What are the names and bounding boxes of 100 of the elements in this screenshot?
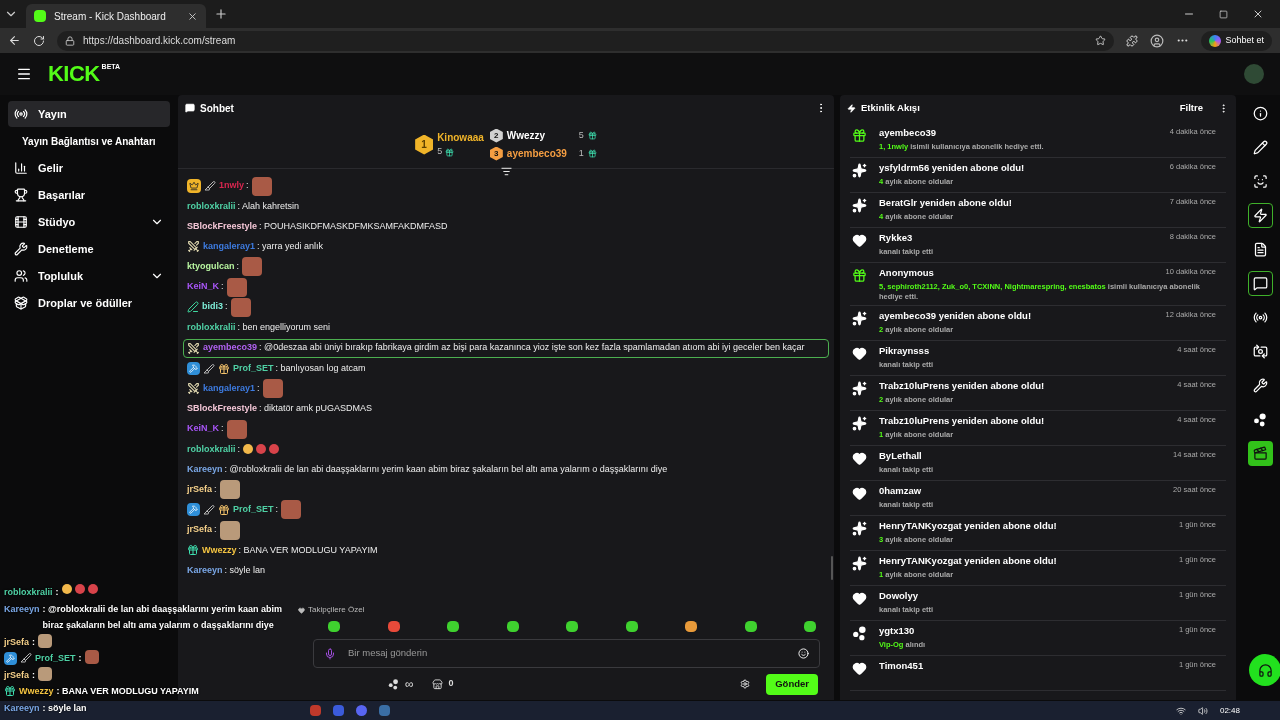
message-input-text[interactable]: Bir mesaj gönderin [348, 646, 786, 661]
sidebar-item[interactable]: Yayın [8, 101, 170, 127]
event-title: Rykke3 [879, 231, 914, 245]
wrench-icon [1252, 378, 1268, 393]
emote-icon[interactable] [566, 620, 578, 632]
username[interactable]: Prof_SET [233, 361, 274, 376]
event-title: Timon451 [879, 658, 925, 673]
heart-icon [852, 450, 867, 466]
emote-image [226, 419, 247, 439]
chart-icon [14, 161, 28, 175]
sidebar-item[interactable]: Stüdyo [8, 209, 170, 235]
scrollbar[interactable] [831, 556, 833, 580]
favorite-icon[interactable] [1095, 35, 1107, 46]
emote-icon[interactable] [625, 620, 638, 632]
sparkle-icon [852, 310, 867, 326]
gift-count: 5 [578, 128, 584, 142]
username[interactable]: robloxkralii [187, 320, 236, 335]
knife-badge-icon [20, 652, 32, 665]
username[interactable]: Wwezzy [202, 543, 237, 558]
emote-image [262, 379, 283, 399]
sidebar-item-label: Stüdyo [38, 214, 77, 230]
sidebar-item[interactable]: Topluluk [8, 263, 170, 289]
emote-icon[interactable] [506, 620, 519, 632]
username[interactable]: Kareeyn [187, 563, 223, 578]
username[interactable]: kangaleray1 [203, 382, 256, 396]
hammer-badge-icon [187, 362, 200, 376]
username[interactable]: robloxkralii [187, 199, 236, 214]
close-icon[interactable] [187, 10, 198, 22]
username[interactable]: Kareeyn [187, 462, 223, 477]
kick-logo[interactable]: KICK [48, 63, 100, 85]
username[interactable]: ktyogulcan [187, 260, 235, 274]
sparkle-icon [852, 415, 867, 431]
emote-icon[interactable] [447, 620, 459, 632]
emote-image [219, 480, 240, 500]
username[interactable]: jrSefa [187, 482, 212, 497]
menu-icon[interactable] [16, 66, 32, 82]
message-input[interactable]: Bir mesaj gönderin [313, 639, 820, 668]
drops-icon [852, 625, 867, 641]
collapse-icon[interactable] [500, 166, 512, 177]
lightning-icon [1252, 208, 1268, 223]
sidebar-item[interactable]: Başarılar [8, 182, 170, 208]
message-text: : ben engelliyorum seni [237, 320, 331, 334]
taskbar-app-icon[interactable] [379, 705, 390, 716]
leaderboard-name: Kinowaaa [437, 131, 484, 146]
send-button[interactable]: Gönder [766, 673, 818, 695]
taskbar-app-icon[interactable] [310, 705, 321, 716]
message-text: : BANA VER MODLUGU YAPAYIM [238, 543, 378, 557]
username[interactable]: KeiN_K [187, 422, 219, 436]
restore-icon[interactable] [1219, 9, 1228, 19]
info-icon [1252, 106, 1268, 121]
hammer-badge-icon [187, 503, 200, 517]
emote-image [242, 257, 263, 277]
close-icon[interactable] [1252, 8, 1264, 20]
rail-button[interactable] [1247, 203, 1273, 228]
headset-icon [1257, 662, 1273, 678]
filter-button[interactable]: Filtre [1179, 100, 1203, 116]
username[interactable]: 1nwly [219, 179, 244, 193]
emote-icon[interactable] [328, 620, 340, 632]
message-text: : yarra yedi anlık [257, 239, 324, 253]
username[interactable]: robloxkralii [187, 442, 236, 457]
browser-tab[interactable]: Stream - Kick Dashboard [26, 4, 206, 28]
taskbar-app-icon[interactable] [356, 705, 367, 716]
username[interactable]: kangaleray1 [203, 239, 256, 254]
sidebar-item[interactable]: Yayın Bağlantısı ve Anahtarı [8, 128, 170, 154]
taskbar-app-icon[interactable] [333, 705, 344, 716]
copilot-button[interactable]: Sohbet et [1201, 30, 1272, 51]
username[interactable]: KeiN_K [187, 280, 219, 294]
username[interactable]: bidi3 [202, 300, 223, 314]
emoji-icon[interactable] [798, 648, 809, 659]
sidebar-item[interactable]: Droplar ve ödüller [8, 290, 170, 316]
username[interactable]: Prof_SET [233, 503, 274, 517]
sparkle-icon [852, 520, 867, 536]
sidebar-item[interactable]: Denetleme [8, 236, 170, 262]
rail-button[interactable] [1247, 441, 1273, 466]
chat-icon [185, 103, 195, 113]
emote-icon[interactable] [387, 620, 400, 632]
extensions-icon[interactable] [1126, 34, 1139, 47]
emote-icon[interactable] [685, 620, 697, 632]
username: robloxkralii [4, 586, 53, 599]
settings-icon[interactable] [740, 679, 751, 689]
emote-icon[interactable] [804, 620, 816, 632]
store-icon[interactable] [431, 678, 443, 690]
emote-icon[interactable] [744, 620, 757, 632]
address-field[interactable]: https://dashboard.kick.com/stream [57, 30, 1115, 51]
new-tab-icon[interactable] [214, 7, 228, 21]
copilot-logo-icon [1209, 34, 1222, 47]
event-title: ayembeco39 [879, 126, 938, 140]
rail-button[interactable] [1247, 271, 1273, 296]
support-button[interactable] [1249, 654, 1280, 686]
username[interactable]: SBlockFreestyle [187, 219, 258, 234]
profile-icon[interactable] [1150, 33, 1165, 48]
reload-icon[interactable] [33, 34, 45, 47]
microphone-icon[interactable] [324, 647, 336, 660]
event-title: Trabz10luPrens yeniden abone oldu! [879, 413, 1046, 428]
username[interactable]: jrSefa [187, 523, 212, 537]
username[interactable]: ayembeco39 [203, 341, 258, 355]
sidebar-item[interactable]: Gelir [8, 155, 170, 181]
back-icon[interactable] [8, 34, 21, 47]
knife-badge-icon [203, 503, 215, 516]
username[interactable]: SBlockFreestyle [187, 402, 258, 416]
